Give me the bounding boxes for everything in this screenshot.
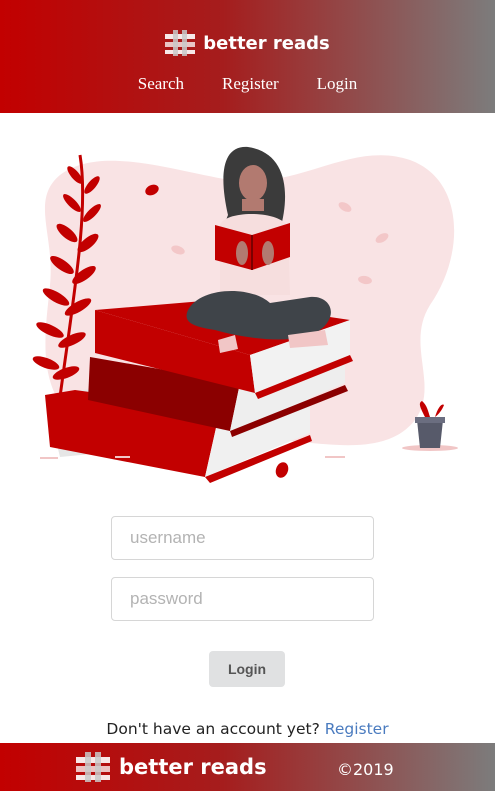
logo-icon — [165, 30, 196, 56]
username-input[interactable] — [111, 516, 374, 560]
header: better reads Search Register Login — [0, 0, 495, 113]
signup-text: Don't have an account yet? — [106, 720, 320, 738]
nav-search-link[interactable]: Search — [138, 74, 184, 94]
reading-illustration — [20, 135, 480, 495]
register-link[interactable]: Register — [325, 720, 389, 738]
footer-brand-name: better reads — [119, 755, 267, 779]
footer-logo-icon — [76, 752, 110, 782]
nav-register-link[interactable]: Register — [222, 74, 279, 94]
main-nav: Search Register Login — [0, 74, 495, 94]
nav-login-link[interactable]: Login — [317, 74, 358, 94]
copyright-text: ©2019 — [337, 760, 394, 779]
footer-brand[interactable]: better reads — [76, 752, 267, 782]
woman-reading-illustration — [32, 146, 458, 483]
brand-name: better reads — [203, 32, 330, 54]
password-input[interactable] — [111, 577, 374, 621]
footer: better reads ©2019 — [0, 743, 495, 791]
signup-prompt: Don't have an account yet? Register — [0, 720, 495, 738]
login-button[interactable]: Login — [209, 651, 285, 687]
brand[interactable]: better reads — [0, 30, 495, 56]
